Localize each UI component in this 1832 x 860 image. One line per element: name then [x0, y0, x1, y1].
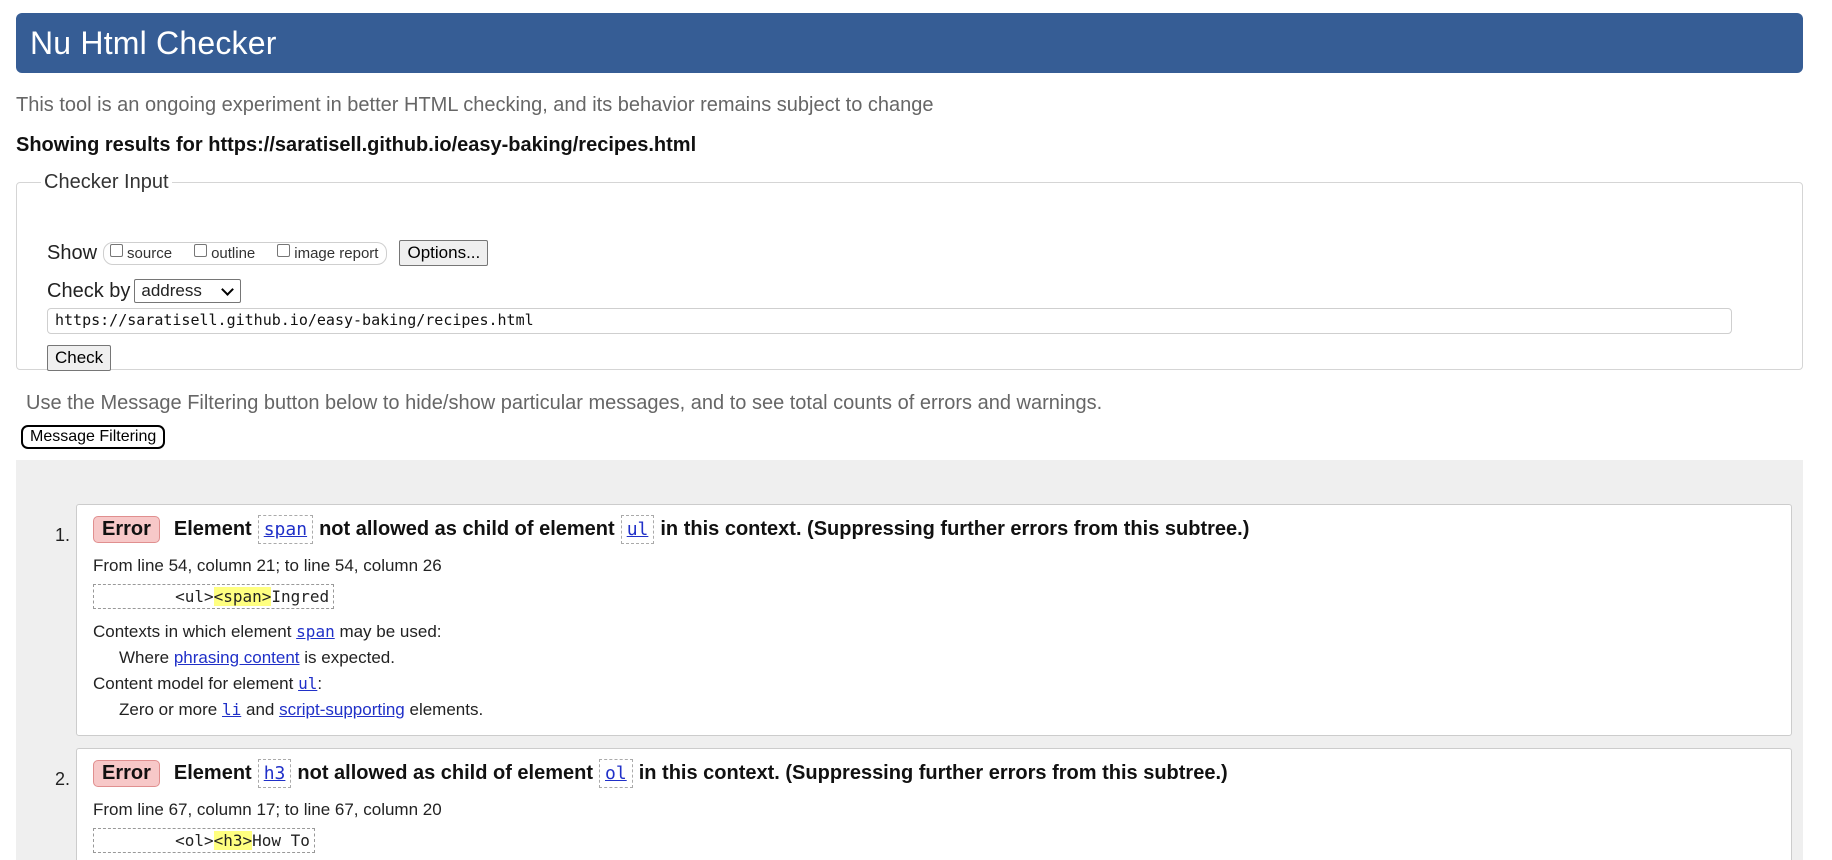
message-item: 2. Error Element h3 not allowed as child…	[55, 748, 1792, 860]
url-input[interactable]: https://saratisell.github.io/easy-baking…	[47, 308, 1732, 334]
content-model-colon: :	[317, 674, 323, 693]
extract-highlight: <span>	[213, 587, 272, 606]
outline-checkbox[interactable]	[194, 243, 208, 257]
content-model-line: Content model for element ul:	[93, 671, 1775, 697]
outline-label: outline	[211, 244, 256, 262]
page: Nu Html Checker This tool is an ongoing …	[0, 0, 1832, 860]
message-details: Contexts in which element span may be us…	[93, 619, 1775, 723]
content-model-text: elements.	[409, 700, 484, 719]
message-filtering-button[interactable]: Message Filtering	[21, 425, 166, 449]
message-location: From line 54, column 21; to line 54, col…	[93, 556, 442, 575]
header-banner: Nu Html Checker	[16, 13, 1803, 73]
phrasing-content-link[interactable]: phrasing content	[174, 648, 300, 667]
show-row: Show source outline image report Options…	[47, 240, 489, 266]
message-heading: Error Element span not allowed as child …	[93, 515, 1775, 544]
script-supporting-link[interactable]: script-supporting	[279, 700, 405, 719]
message-heading: Error Element h3 not allowed as child of…	[93, 759, 1775, 788]
image-report-label: image report	[294, 244, 379, 262]
message-location: From line 67, column 17; to line 67, col…	[93, 800, 442, 819]
content-model-text: and	[245, 700, 275, 719]
error-badge: Error	[93, 760, 160, 787]
message-item: 1. Error Element span not allowed as chi…	[55, 504, 1792, 736]
show-image-report-option[interactable]: image report	[277, 243, 379, 262]
contexts-where: Where phrasing content is expected.	[93, 645, 1775, 671]
element-link[interactable]: span	[257, 515, 314, 544]
message-text: Element	[173, 518, 252, 540]
element-link[interactable]: ul	[298, 674, 317, 693]
extract-post: Ingred	[271, 587, 330, 606]
tagline: This tool is an ongoing experiment in be…	[16, 94, 934, 116]
show-source-option[interactable]: source	[110, 243, 173, 262]
chevron-down-icon	[221, 282, 235, 296]
content-model-desc: Zero or more li and script-supporting el…	[93, 697, 1775, 723]
message-text: in this context. (Suppressing further er…	[638, 762, 1228, 784]
extract-pre: <ul>	[98, 587, 214, 606]
element-link[interactable]: span	[296, 622, 335, 641]
message-text: in this context. (Suppressing further er…	[660, 518, 1250, 540]
message-number: 2.	[55, 769, 71, 789]
image-report-checkbox[interactable]	[277, 243, 291, 257]
page-title: Nu Html Checker	[30, 24, 277, 61]
extract-highlight: <h3>	[213, 831, 253, 850]
filtering-note: Use the Message Filtering button below t…	[26, 392, 1103, 414]
where-text: Where	[119, 648, 170, 667]
element-link[interactable]: ol	[599, 759, 633, 788]
show-label: Show	[47, 241, 98, 264]
check-button[interactable]: Check	[47, 345, 112, 371]
extract-pre: <ol>	[98, 831, 214, 850]
contexts-label: Contexts in which element	[93, 622, 292, 641]
message-number: 1.	[55, 525, 71, 545]
where-text-post: is expected.	[304, 648, 395, 667]
show-options-group: source outline image report	[103, 241, 388, 265]
extract-post: How To	[252, 831, 310, 850]
content-model-text: Zero or more	[119, 700, 218, 719]
check-by-value: address	[141, 281, 202, 300]
element-link[interactable]: li	[222, 700, 241, 719]
check-by-row: Check by address	[47, 279, 242, 303]
message-text: Element	[173, 762, 252, 784]
results-area: 1. Error Element span not allowed as chi…	[16, 460, 1803, 860]
checker-input-fieldset: Checker Input Show source outline image …	[16, 171, 1803, 371]
error-badge: Error	[93, 516, 160, 543]
source-label: source	[127, 244, 173, 262]
message-text: not allowed as child of element	[319, 518, 615, 540]
code-extract: <ol><h3>How To	[93, 828, 315, 853]
contexts-line: Contexts in which element span may be us…	[93, 619, 1775, 645]
show-outline-option[interactable]: outline	[194, 243, 256, 262]
options-button[interactable]: Options...	[399, 240, 489, 266]
element-link[interactable]: h3	[257, 759, 292, 788]
check-by-label: Check by	[47, 279, 131, 302]
check-by-select[interactable]: address	[134, 279, 242, 303]
checker-input-legend: Checker Input	[44, 171, 169, 193]
message-text: not allowed as child of element	[297, 762, 594, 784]
code-extract: <ul><span>Ingred	[93, 584, 335, 609]
content-model-label: Content model for element	[93, 674, 294, 693]
showing-results-heading: Showing results for https://saratisell.g…	[16, 134, 697, 156]
element-link[interactable]: ul	[620, 515, 655, 544]
source-checkbox[interactable]	[110, 243, 124, 257]
contexts-label-post: may be used:	[339, 622, 442, 641]
